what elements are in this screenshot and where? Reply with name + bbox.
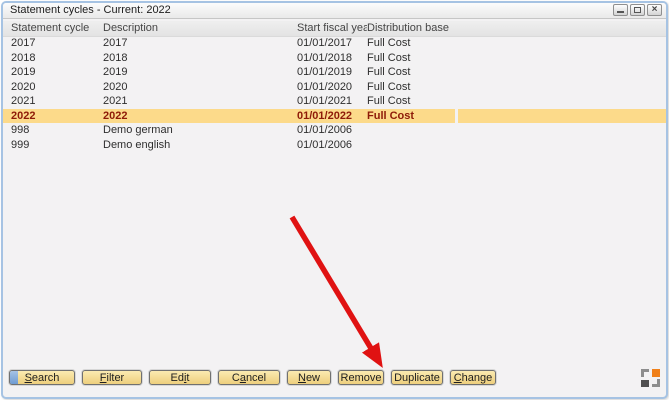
cell-statement-cycle: 999 bbox=[3, 138, 103, 153]
table-row[interactable]: 998 Demo german 01/01/2006 bbox=[3, 123, 666, 138]
button-label: t bbox=[186, 372, 189, 384]
cell-statement-cycle: 2022 bbox=[3, 109, 103, 124]
cell-empty bbox=[455, 109, 666, 124]
maximize-button[interactable] bbox=[630, 4, 645, 16]
button-label: F bbox=[100, 372, 107, 384]
cell-description: 2020 bbox=[103, 80, 297, 95]
cell-empty bbox=[455, 65, 666, 80]
cell-statement-cycle: 2018 bbox=[3, 51, 103, 66]
button-label: N bbox=[298, 372, 306, 384]
cell-description: Demo english bbox=[103, 138, 297, 153]
button-label: earch bbox=[32, 372, 60, 384]
column-header-distribution-base[interactable]: Distribution base bbox=[367, 21, 455, 36]
cell-distribution-base bbox=[367, 123, 455, 138]
button-label: C bbox=[454, 372, 462, 384]
button-label: Remove bbox=[341, 372, 382, 384]
remove-button[interactable]: Remove bbox=[338, 370, 384, 385]
cell-empty bbox=[455, 123, 666, 138]
table-row-selected[interactable]: 2022 2022 01/01/2022 Full Cost bbox=[3, 109, 666, 124]
cell-start-fiscal-year: 01/01/2006 bbox=[297, 123, 367, 138]
resize-grip-glyph bbox=[641, 369, 660, 387]
table-row[interactable]: 2017 2017 01/01/2017 Full Cost bbox=[3, 36, 666, 51]
cell-start-fiscal-year: 01/01/2006 bbox=[297, 138, 367, 153]
duplicate-button[interactable]: Duplicate bbox=[391, 370, 443, 385]
table-header: Statement cycle Description Start fiscal… bbox=[3, 21, 666, 37]
title-bar[interactable]: Statement cycles - Current: 2022 × bbox=[3, 3, 666, 19]
cell-description: 2017 bbox=[103, 36, 297, 51]
cell-description: 2018 bbox=[103, 51, 297, 66]
cell-distribution-base: Full Cost bbox=[367, 109, 455, 124]
table-row[interactable]: 2021 2021 01/01/2021 Full Cost bbox=[3, 94, 666, 109]
button-label: Duplicate bbox=[394, 372, 440, 384]
button-label: ilter bbox=[107, 372, 125, 384]
filter-button[interactable]: Filter bbox=[82, 370, 142, 385]
table-row[interactable]: 2020 2020 01/01/2020 Full Cost bbox=[3, 80, 666, 95]
minimize-icon bbox=[617, 11, 624, 13]
cell-statement-cycle: 2019 bbox=[3, 65, 103, 80]
cell-statement-cycle: 2017 bbox=[3, 36, 103, 51]
button-label: hange bbox=[462, 372, 493, 384]
button-label: Ed bbox=[171, 372, 184, 384]
cell-distribution-base bbox=[367, 138, 455, 153]
statement-cycles-window: Statement cycles - Current: 2022 × State… bbox=[1, 1, 668, 399]
cell-start-fiscal-year: 01/01/2017 bbox=[297, 36, 367, 51]
cell-distribution-base: Full Cost bbox=[367, 36, 455, 51]
table-row[interactable]: 999 Demo english 01/01/2006 bbox=[3, 138, 666, 153]
cell-distribution-base: Full Cost bbox=[367, 94, 455, 109]
table-body: 2017 2017 01/01/2017 Full Cost 2018 2018… bbox=[3, 36, 666, 152]
cell-start-fiscal-year: 01/01/2020 bbox=[297, 80, 367, 95]
table-row[interactable]: 2019 2019 01/01/2019 Full Cost bbox=[3, 65, 666, 80]
cell-distribution-base: Full Cost bbox=[367, 80, 455, 95]
cell-start-fiscal-year: 01/01/2019 bbox=[297, 65, 367, 80]
new-button[interactable]: New bbox=[287, 370, 331, 385]
column-header-description[interactable]: Description bbox=[103, 21, 297, 36]
cell-empty bbox=[455, 36, 666, 51]
screen: Statement cycles - Current: 2022 × State… bbox=[0, 0, 669, 400]
button-label: ew bbox=[306, 372, 320, 384]
resize-grip-icon[interactable] bbox=[641, 369, 660, 387]
cell-empty bbox=[455, 94, 666, 109]
table-row[interactable]: 2018 2018 01/01/2018 Full Cost bbox=[3, 51, 666, 66]
cell-description: Demo german bbox=[103, 123, 297, 138]
close-icon: × bbox=[648, 4, 661, 16]
cell-start-fiscal-year: 01/01/2022 bbox=[297, 109, 367, 124]
change-button[interactable]: Change bbox=[450, 370, 496, 385]
cell-statement-cycle: 2021 bbox=[3, 94, 103, 109]
column-header-statement-cycle[interactable]: Statement cycle bbox=[3, 21, 103, 36]
cell-description: 2019 bbox=[103, 65, 297, 80]
column-header-empty bbox=[455, 21, 666, 36]
button-label: C bbox=[232, 372, 240, 384]
cell-start-fiscal-year: 01/01/2018 bbox=[297, 51, 367, 66]
cell-statement-cycle: 2020 bbox=[3, 80, 103, 95]
focus-indicator bbox=[10, 371, 18, 384]
search-button[interactable]: Search bbox=[9, 370, 75, 385]
toolbar: Search Filter Edit Cancel New Remove Dup… bbox=[9, 370, 496, 385]
cell-description: 2022 bbox=[103, 109, 297, 124]
cell-empty bbox=[455, 80, 666, 95]
button-label: S bbox=[25, 372, 32, 384]
maximize-icon bbox=[634, 7, 641, 13]
cell-start-fiscal-year: 01/01/2021 bbox=[297, 94, 367, 109]
cell-statement-cycle: 998 bbox=[3, 123, 103, 138]
cell-description: 2021 bbox=[103, 94, 297, 109]
close-button[interactable]: × bbox=[647, 4, 662, 16]
cancel-button[interactable]: Cancel bbox=[218, 370, 280, 385]
cell-distribution-base: Full Cost bbox=[367, 51, 455, 66]
cell-empty bbox=[455, 138, 666, 153]
button-label: ncel bbox=[246, 372, 266, 384]
minimize-button[interactable] bbox=[613, 4, 628, 16]
window-controls: × bbox=[613, 4, 662, 16]
window-title: Statement cycles - Current: 2022 bbox=[10, 4, 171, 16]
cell-distribution-base: Full Cost bbox=[367, 65, 455, 80]
edit-button[interactable]: Edit bbox=[149, 370, 211, 385]
column-header-start-fiscal-year[interactable]: Start fiscal year bbox=[297, 21, 367, 36]
cell-empty bbox=[455, 51, 666, 66]
